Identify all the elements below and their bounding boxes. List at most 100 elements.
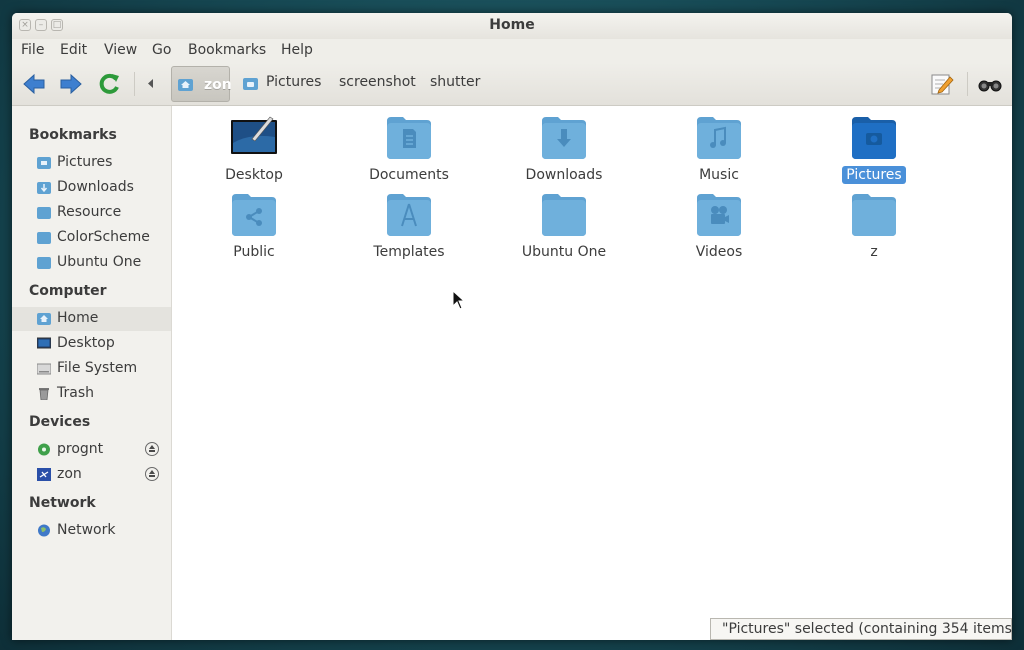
menu-bar: File Edit View Go Bookmarks Help (12, 39, 1012, 63)
hard-drive-icon (37, 363, 51, 375)
file-item-label: Templates (373, 244, 445, 260)
file-item-label: Documents (369, 167, 449, 183)
file-item-templates[interactable]: Templates (339, 188, 479, 260)
trash-icon (39, 388, 49, 400)
sidebar-item-network[interactable]: Network (12, 519, 171, 543)
breadcrumb-home[interactable]: zon (171, 66, 232, 102)
menu-file[interactable]: File (21, 42, 44, 58)
templates-folder-icon (387, 194, 431, 236)
forward-arrow-icon[interactable] (58, 71, 84, 97)
file-item-downloads[interactable]: Downloads (494, 111, 634, 183)
file-item-label: Downloads (525, 167, 603, 183)
sidebar-item-desktop[interactable]: Desktop (12, 332, 171, 356)
file-manager-window: × – □ Home File Edit View Go Bookmarks H… (12, 13, 1012, 640)
sidebar-item-label: prognt (57, 441, 104, 457)
back-arrow-icon[interactable] (21, 71, 47, 97)
file-item-label: Ubuntu One (521, 244, 607, 260)
sidebar: Bookmarks Pictures Downloads Resource Co… (12, 106, 172, 640)
toolbar-separator (134, 72, 135, 96)
desktop-icon (37, 337, 51, 349)
sidebar-header-computer: Computer (29, 283, 107, 299)
videos-folder-icon (697, 194, 741, 236)
menu-bookmarks[interactable]: Bookmarks (188, 42, 266, 58)
music-folder-icon (697, 117, 741, 159)
title-bar[interactable]: × – □ Home (12, 13, 1012, 39)
breadcrumb-shutter[interactable]: shutter (430, 74, 480, 90)
edit-location-icon[interactable] (929, 71, 955, 97)
sidebar-item-home[interactable]: Home (12, 307, 171, 331)
toolbar: zon Pictures screenshot shutter (12, 63, 1012, 106)
folder-icon (37, 207, 51, 219)
file-item-desktop[interactable]: Desktop (184, 111, 324, 183)
file-item-label: Public (233, 244, 275, 260)
file-item-label: Desktop (225, 167, 283, 183)
desktop-icon (231, 116, 277, 154)
globe-icon (38, 524, 50, 537)
folder-icon (37, 257, 51, 269)
sidebar-item-label: Trash (57, 385, 94, 401)
optical-disc-icon (38, 443, 50, 456)
status-bar-selection: "Pictures" selected (containing 354 item… (710, 618, 1012, 640)
sidebar-item-colorscheme[interactable]: ColorScheme (12, 226, 171, 250)
breadcrumb-left-arrow-icon[interactable] (148, 79, 154, 88)
menu-view[interactable]: View (104, 42, 137, 58)
file-item-label: Music (699, 167, 739, 183)
sidebar-item-label: Ubuntu One (57, 254, 142, 270)
sidebar-header-bookmarks: Bookmarks (29, 127, 117, 143)
file-item-public[interactable]: Public (184, 188, 324, 260)
sidebar-item-downloads[interactable]: Downloads (12, 176, 171, 200)
sidebar-item-label: ColorScheme (57, 229, 150, 245)
file-view[interactable]: Desktop Documents Downloads Music Pictur… (172, 106, 1012, 640)
menu-help[interactable]: Help (281, 42, 313, 58)
file-item-music[interactable]: Music (649, 111, 789, 183)
sidebar-item-label: Network (57, 522, 116, 538)
sidebar-item-prognt[interactable]: prognt (12, 438, 171, 462)
sidebar-item-label: Pictures (57, 154, 113, 170)
sidebar-item-trash[interactable]: Trash (12, 382, 171, 406)
sidebar-item-pictures[interactable]: Pictures (12, 151, 171, 175)
downloads-folder-icon (542, 117, 586, 159)
file-item-videos[interactable]: Videos (649, 188, 789, 260)
file-item-label: z (870, 244, 878, 260)
file-item-documents[interactable]: Documents (339, 111, 479, 183)
file-item-ubuntu-one[interactable]: Ubuntu One (494, 188, 634, 260)
sidebar-header-devices: Devices (29, 414, 91, 430)
folder-icon (852, 194, 896, 236)
home-folder-icon (178, 79, 193, 91)
sidebar-item-file-system[interactable]: File System (12, 357, 171, 381)
menu-edit[interactable]: Edit (60, 42, 87, 58)
breadcrumb-screenshot[interactable]: screenshot (339, 74, 416, 90)
sidebar-item-resource[interactable]: Resource (12, 201, 171, 225)
file-item-label: Videos (695, 244, 743, 260)
window-title: Home (489, 17, 535, 33)
sidebar-item-label: Desktop (57, 335, 115, 351)
downloads-folder-icon (37, 182, 51, 194)
folder-icon (37, 232, 51, 244)
sidebar-item-label: zon (57, 466, 82, 482)
eject-icon[interactable] (145, 442, 159, 456)
toolbar-separator (967, 72, 968, 96)
file-item-pictures[interactable]: Pictures (804, 111, 944, 184)
sidebar-item-ubuntu-one[interactable]: Ubuntu One (12, 251, 171, 275)
reload-icon[interactable] (96, 71, 122, 97)
public-folder-icon (232, 194, 276, 236)
home-folder-icon (37, 313, 51, 325)
pictures-folder-icon (243, 78, 258, 90)
search-binoculars-icon[interactable] (977, 71, 1003, 97)
sidebar-item-label: Downloads (57, 179, 134, 195)
drive-icon (37, 468, 51, 481)
pictures-folder-icon (37, 157, 51, 169)
sidebar-item-zon[interactable]: zon (12, 463, 171, 487)
eject-icon[interactable] (145, 467, 159, 481)
sidebar-item-label: Home (57, 310, 99, 326)
mouse-pointer-icon (452, 290, 466, 310)
breadcrumb-home-label: zon (204, 77, 232, 93)
sidebar-header-network: Network (29, 495, 96, 511)
documents-folder-icon (387, 117, 431, 159)
sidebar-item-label: File System (57, 360, 138, 376)
file-item-label: Pictures (804, 166, 944, 184)
pictures-folder-icon (852, 117, 896, 159)
file-item-z[interactable]: z (804, 188, 944, 260)
menu-go[interactable]: Go (152, 42, 171, 58)
breadcrumb-pictures[interactable]: Pictures (266, 74, 321, 90)
